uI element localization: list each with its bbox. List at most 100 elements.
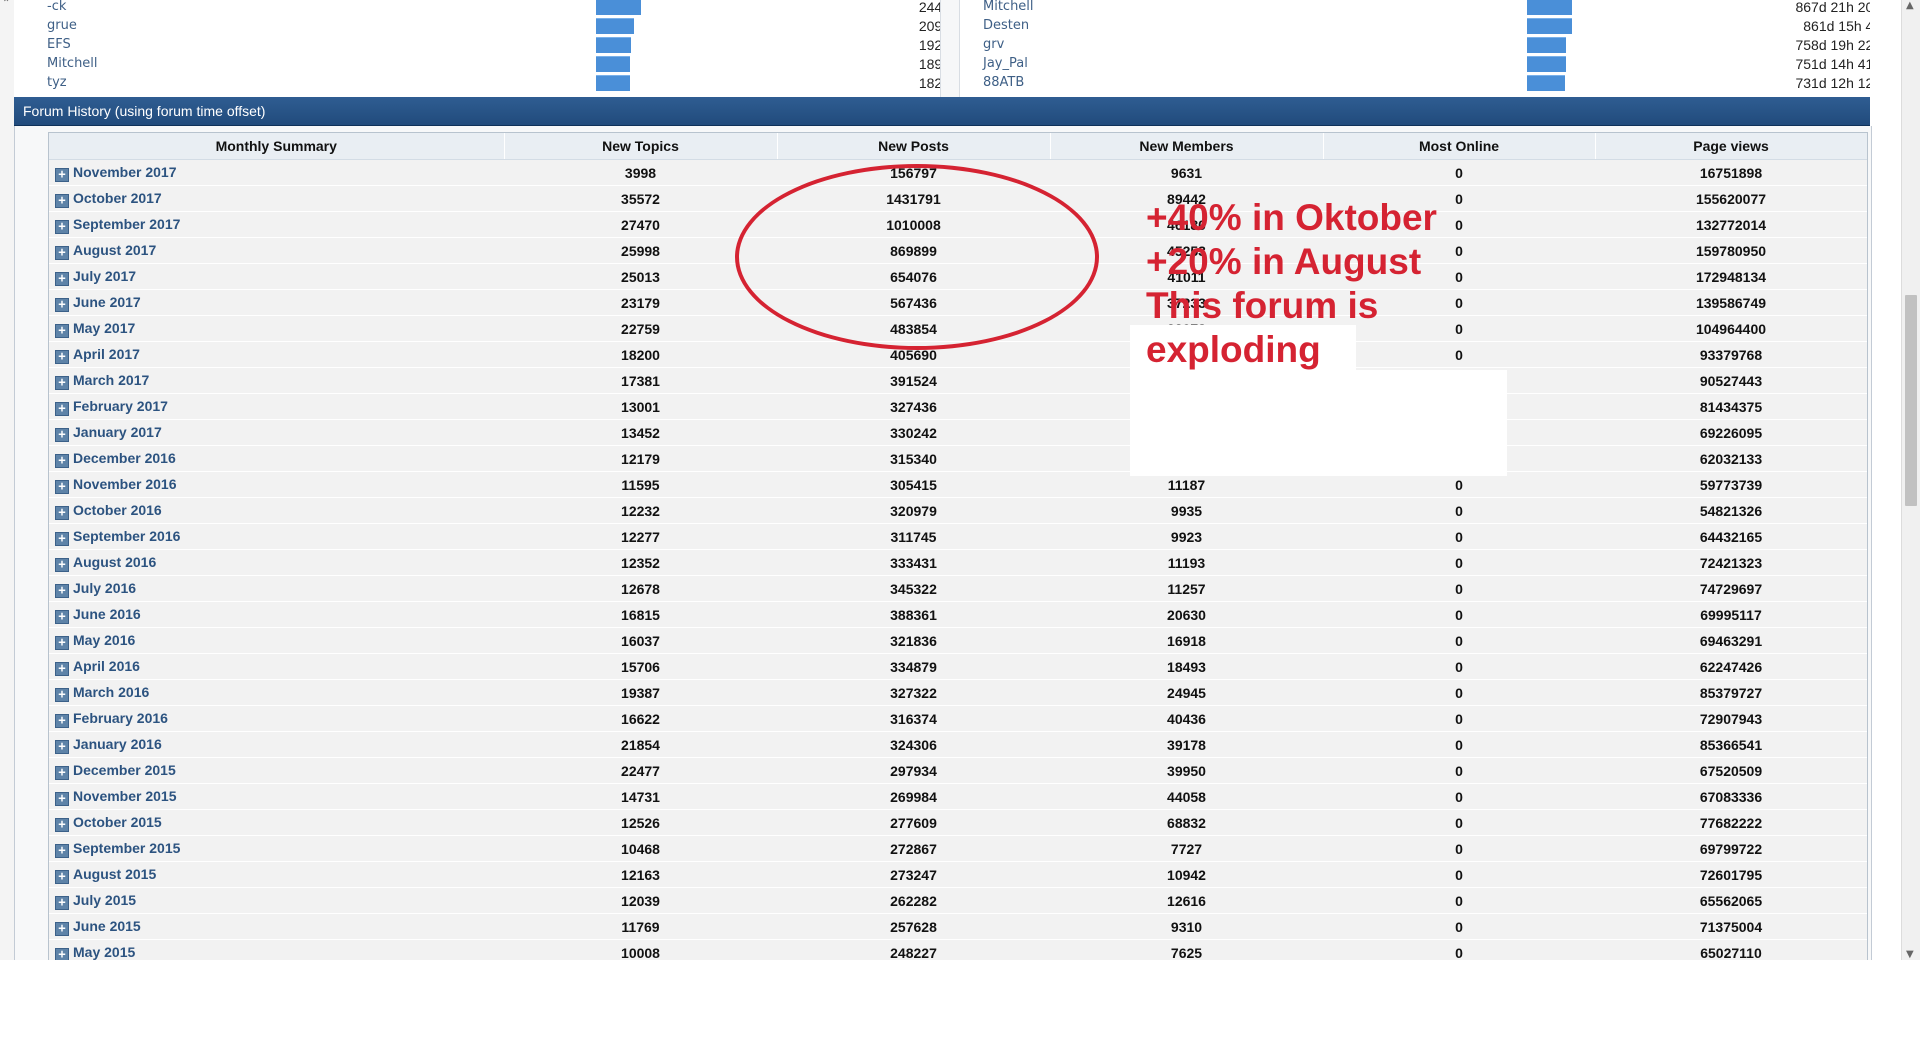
month-link[interactable]: December 2015 <box>73 762 176 778</box>
month-link[interactable]: June 2017 <box>73 294 141 310</box>
month-link[interactable]: March 2016 <box>73 684 149 700</box>
expand-plus-icon[interactable]: + <box>55 323 69 338</box>
month-link[interactable]: February 2017 <box>73 398 168 414</box>
month-link[interactable]: July 2017 <box>73 268 136 284</box>
vertical-scrollbar[interactable]: ▲ ▼ <box>1901 0 1920 960</box>
month-link[interactable]: July 2015 <box>73 892 136 908</box>
new-posts-cell: 248227 <box>777 939 1050 960</box>
scroll-down-icon[interactable]: ▼ <box>1906 949 1914 960</box>
expand-plus-icon[interactable]: + <box>55 219 69 234</box>
expand-plus-icon[interactable]: + <box>55 817 69 832</box>
month-link[interactable]: May 2015 <box>73 944 135 960</box>
expand-plus-icon[interactable]: + <box>55 843 69 858</box>
most-online-cell: 0 <box>1323 835 1595 862</box>
expand-plus-icon[interactable]: + <box>55 557 69 572</box>
month-link[interactable]: March 2017 <box>73 372 149 388</box>
month-link[interactable]: September 2017 <box>73 216 180 232</box>
stat-user-link[interactable]: Desten <box>983 18 1029 33</box>
history-row: + April 2016 15706 334879 18493 0 62247426 <box>49 653 1867 680</box>
stat-row: Desten 861d 15h 4m <box>965 16 1870 35</box>
stat-user-link[interactable]: Jay_Pal <box>983 56 1028 71</box>
expand-plus-icon[interactable]: + <box>55 245 69 260</box>
month-link[interactable]: April 2017 <box>73 346 140 362</box>
new-members-cell: 11193 <box>1050 549 1323 576</box>
month-link[interactable]: October 2016 <box>73 502 162 518</box>
month-link[interactable]: April 2016 <box>73 658 140 674</box>
month-link[interactable]: July 2016 <box>73 580 136 596</box>
month-link[interactable]: January 2016 <box>73 736 162 752</box>
month-link[interactable]: June 2015 <box>73 918 141 934</box>
month-link[interactable]: June 2016 <box>73 606 141 622</box>
expand-plus-icon[interactable]: + <box>55 401 69 416</box>
expand-plus-icon[interactable]: + <box>55 791 69 806</box>
expand-plus-icon[interactable]: + <box>55 375 69 390</box>
month-link[interactable]: May 2016 <box>73 632 135 648</box>
stat-user-link[interactable]: -ck <box>47 0 66 14</box>
month-link[interactable]: August 2017 <box>73 242 156 258</box>
expand-plus-icon[interactable]: + <box>55 765 69 780</box>
new-members-cell: 7727 <box>1050 835 1323 862</box>
history-row: + July 2017 25013 654076 41011 0 172948134 <box>49 263 1867 290</box>
stat-user-link[interactable]: grv <box>983 37 1004 52</box>
expand-plus-icon[interactable]: + <box>55 427 69 442</box>
stat-user-link[interactable]: grue <box>47 18 77 33</box>
expand-plus-icon[interactable]: + <box>55 479 69 494</box>
expand-plus-icon[interactable]: + <box>55 661 69 676</box>
expand-plus-icon[interactable]: + <box>55 297 69 312</box>
month-link[interactable]: November 2016 <box>73 476 177 492</box>
month-link[interactable]: November 2015 <box>73 788 177 804</box>
most-online-cell: 0 <box>1323 887 1595 914</box>
collapse-arrow-icon[interactable]: ⌃ <box>2 0 10 9</box>
expand-plus-icon[interactable]: + <box>55 349 69 364</box>
stat-bar <box>596 75 630 91</box>
month-link[interactable]: January 2017 <box>73 424 162 440</box>
column-header-monthly-summary[interactable]: Monthly Summary <box>49 133 505 160</box>
scroll-up-icon[interactable]: ▲ <box>1906 0 1914 11</box>
expand-plus-icon[interactable]: + <box>55 869 69 884</box>
expand-plus-icon[interactable]: + <box>55 635 69 650</box>
month-link[interactable]: February 2016 <box>73 710 168 726</box>
expand-plus-icon[interactable]: + <box>55 687 69 702</box>
stat-user-link[interactable]: tyz <box>47 75 67 90</box>
history-row: + March 2016 19387 327322 24945 0 85379727 <box>49 679 1867 706</box>
month-link[interactable]: November 2017 <box>73 164 177 180</box>
expand-plus-icon[interactable]: + <box>55 739 69 754</box>
column-header-page-views[interactable]: Page views <box>1595 133 1867 160</box>
stat-user-link[interactable]: Mitchell <box>983 0 1034 14</box>
month-link[interactable]: October 2015 <box>73 814 162 830</box>
expand-plus-icon[interactable]: + <box>55 531 69 546</box>
column-header-most-online[interactable]: Most Online <box>1323 133 1596 160</box>
stat-user-link[interactable]: Mitchell <box>47 56 98 71</box>
month-link[interactable]: October 2017 <box>73 190 162 206</box>
stat-user-link[interactable]: 88ATB <box>983 75 1024 90</box>
expand-plus-icon[interactable]: + <box>55 609 69 624</box>
month-link[interactable]: December 2016 <box>73 450 176 466</box>
history-row: + June 2016 16815 388361 20630 0 69995117 <box>49 601 1867 628</box>
column-header-new-posts[interactable]: New Posts <box>777 133 1051 160</box>
expand-plus-icon[interactable]: + <box>55 895 69 910</box>
column-header-new-members[interactable]: New Members <box>1050 133 1324 160</box>
month-link[interactable]: September 2016 <box>73 528 180 544</box>
scroll-thumb[interactable] <box>1905 295 1917 506</box>
column-header-new-topics[interactable]: New Topics <box>504 133 778 160</box>
expand-plus-icon[interactable]: + <box>55 505 69 520</box>
expand-plus-icon[interactable]: + <box>55 713 69 728</box>
expand-plus-icon[interactable]: + <box>55 921 69 936</box>
stat-user-link[interactable]: EFS <box>47 37 71 52</box>
month-link[interactable]: September 2015 <box>73 840 180 856</box>
expand-plus-icon[interactable]: + <box>55 193 69 208</box>
forum-history-box: Monthly Summary New Topics New Posts New… <box>14 126 1872 960</box>
page-views-cell: 159780950 <box>1595 237 1867 264</box>
month-link[interactable]: May 2017 <box>73 320 135 336</box>
history-row: + January 2016 21854 324306 39178 0 85366541 <box>49 731 1867 758</box>
expand-plus-icon[interactable]: + <box>55 947 69 960</box>
expand-plus-icon[interactable]: + <box>55 271 69 286</box>
expand-plus-icon[interactable]: + <box>55 167 69 182</box>
new-posts-cell: 262282 <box>777 887 1050 914</box>
expand-plus-icon[interactable]: + <box>55 583 69 598</box>
expand-plus-icon[interactable]: + <box>55 453 69 468</box>
new-posts-cell: 321836 <box>777 627 1050 654</box>
month-link[interactable]: August 2015 <box>73 866 156 882</box>
new-topics-cell: 10468 <box>504 835 777 862</box>
month-link[interactable]: August 2016 <box>73 554 156 570</box>
